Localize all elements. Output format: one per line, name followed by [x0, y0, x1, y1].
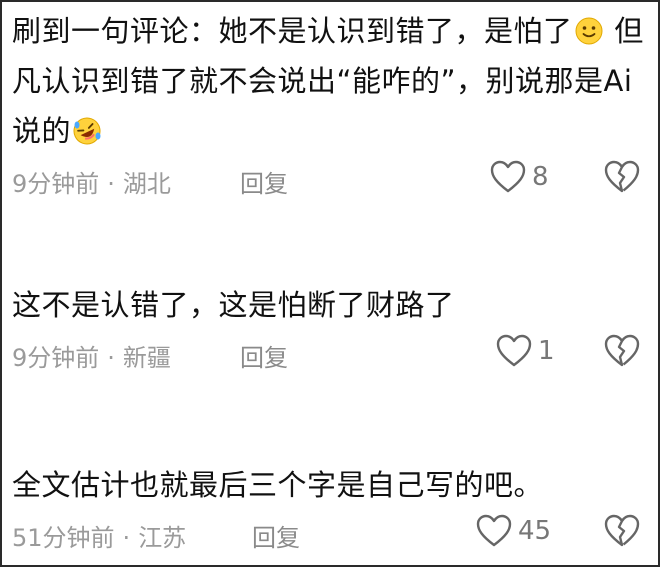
comment-location: 湖北 — [122, 170, 171, 198]
comment-time: 51分钟前 — [12, 524, 115, 552]
reply-button[interactable]: 回复 — [240, 338, 288, 373]
like-count: 1 — [538, 336, 555, 366]
dislike-button[interactable] — [604, 514, 640, 554]
like-button[interactable]: 8 — [490, 160, 549, 194]
comment-meta: 9分钟前 · 湖北 回复 8 — [12, 156, 648, 202]
comment-location: 新疆 — [122, 344, 171, 372]
comment-text: 刷到一句评论：她不是认识到错了，是怕了 但凡认识到错了就不会说出“能咋的”，别说… — [12, 6, 648, 156]
comment-meta: 9分钟前 · 新疆 回复 1 — [12, 330, 648, 376]
heart-outline-icon — [496, 334, 532, 367]
comment-list: 刷到一句评论：她不是认识到错了，是怕了 但凡认识到错了就不会说出“能咋的”，别说… — [0, 0, 660, 567]
comment-item: 刷到一句评论：她不是认识到错了，是怕了 但凡认识到错了就不会说出“能咋的”，别说… — [12, 6, 648, 202]
broken-heart-icon — [604, 334, 640, 367]
reply-button[interactable]: 回复 — [252, 518, 300, 553]
comment-text: 这不是认错了，这是怕断了财路了 — [12, 288, 455, 322]
comment-time: 9分钟前 — [12, 170, 100, 198]
separator-dot: · — [107, 170, 115, 198]
comment-item: 全文估计也就最后三个字是自己写的吧。 51分钟前 · 江苏 回复 45 — [12, 460, 648, 556]
comment-text-part: 刷到一句评论：她不是认识到错了，是怕了 — [12, 14, 573, 48]
heart-outline-icon — [476, 514, 512, 547]
comment-location: 江苏 — [138, 524, 187, 552]
like-button[interactable]: 45 — [476, 514, 551, 548]
reply-button[interactable]: 回复 — [240, 164, 288, 199]
heart-outline-icon — [490, 160, 526, 193]
comment-item: 这不是认错了，这是怕断了财路了 9分钟前 · 新疆 回复 1 — [12, 280, 648, 376]
separator-dot: · — [122, 524, 131, 552]
broken-heart-icon — [604, 160, 640, 193]
like-button[interactable]: 1 — [496, 334, 555, 368]
dislike-button[interactable] — [604, 334, 640, 374]
slightly-smiling-face-icon — [575, 17, 603, 45]
comment-time: 9分钟前 — [12, 344, 100, 372]
like-count: 45 — [518, 516, 552, 546]
broken-heart-icon — [604, 514, 640, 547]
dislike-button[interactable] — [604, 160, 640, 200]
comment-text: 全文估计也就最后三个字是自己写的吧。 — [12, 468, 544, 502]
rolling-on-floor-laughing-icon — [73, 117, 101, 145]
separator-dot: · — [107, 344, 115, 372]
comment-meta: 51分钟前 · 江苏 回复 45 — [12, 510, 648, 556]
like-count: 8 — [532, 162, 549, 192]
